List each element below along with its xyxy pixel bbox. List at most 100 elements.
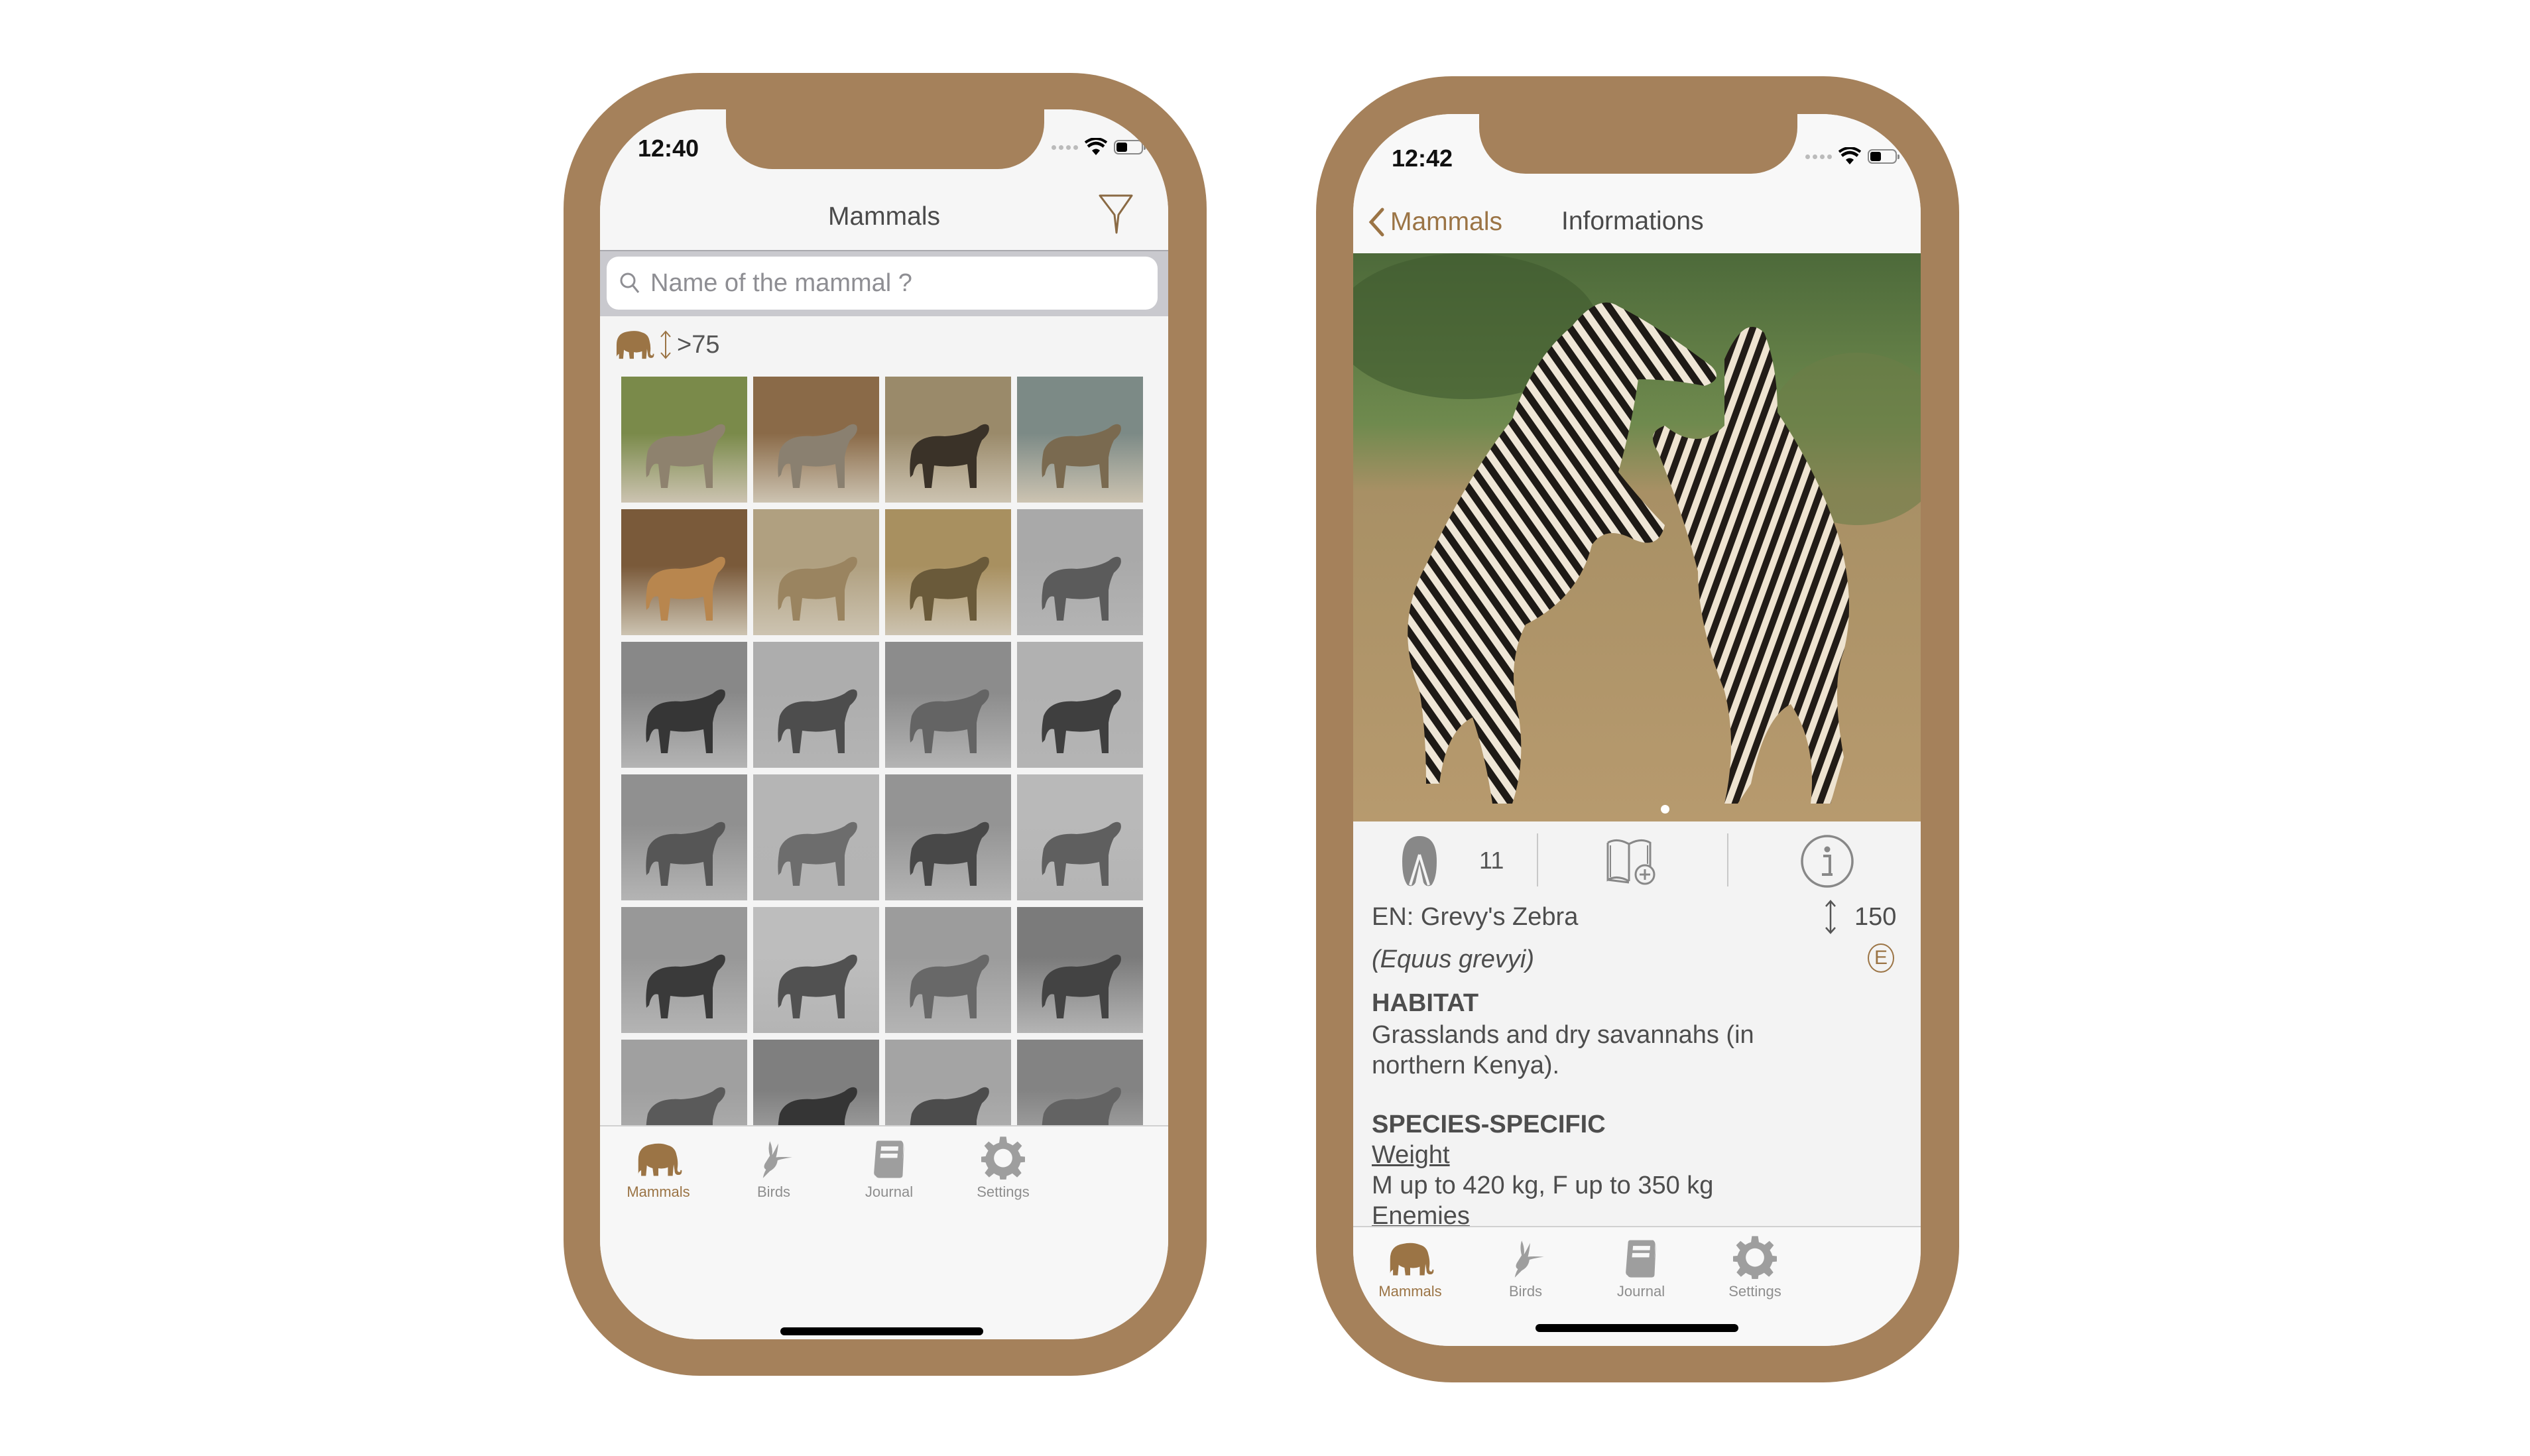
tab-journal[interactable]: Journal xyxy=(823,1136,955,1201)
right-phone-frame: 12:42 Mammals Informations 11 EN: Grevy'… xyxy=(1316,76,1959,1382)
animal-thumbnail[interactable] xyxy=(753,642,879,768)
tab-label: Settings xyxy=(1728,1283,1781,1300)
status-icons xyxy=(1052,138,1146,156)
page-indicator-dot[interactable] xyxy=(1661,805,1669,814)
right-phone-screen: 12:42 Mammals Informations 11 EN: Grevy'… xyxy=(1353,114,1921,1346)
tab-settings[interactable]: Settings xyxy=(937,1136,1069,1201)
notch xyxy=(1479,114,1797,174)
zebra-photo xyxy=(1353,253,1921,821)
tab-label: Birds xyxy=(1508,1283,1543,1300)
home-indicator xyxy=(1536,1324,1738,1332)
animal-thumbnail[interactable] xyxy=(753,509,879,635)
search-input[interactable] xyxy=(649,268,1158,298)
page-title: Informations xyxy=(1561,207,1704,235)
tab-journal[interactable]: Journal xyxy=(1575,1235,1707,1300)
species-name-en: EN: Grevy's Zebra xyxy=(1372,903,1579,931)
status-badge: E xyxy=(1868,943,1894,973)
wifi-icon xyxy=(1838,147,1861,164)
animal-silhouette xyxy=(910,556,989,621)
animal-thumbnail[interactable] xyxy=(1017,377,1143,503)
search-icon xyxy=(620,273,640,293)
search-field[interactable] xyxy=(607,257,1158,310)
animal-silhouette xyxy=(646,954,725,1018)
animal-silhouette xyxy=(1042,424,1121,488)
species-scientific-name: (Equus grevyi) xyxy=(1372,945,1534,973)
animal-thumbnail[interactable] xyxy=(621,907,747,1033)
tab-label: Mammals xyxy=(627,1183,690,1200)
tab-label: Settings xyxy=(977,1183,1030,1200)
tab-label: Mammals xyxy=(1378,1283,1442,1300)
animal-thumbnail[interactable] xyxy=(1017,774,1143,900)
hummingbird-icon xyxy=(754,1140,793,1180)
back-button[interactable]: Mammals xyxy=(1368,207,1502,237)
weight-text: M up to 420 kg, F up to 350 kg xyxy=(1372,1172,1714,1199)
footprint-icon[interactable] xyxy=(1401,835,1438,888)
back-label: Mammals xyxy=(1390,208,1503,236)
tab-mammals[interactable]: Mammals xyxy=(600,1136,725,1201)
chevron-left-icon xyxy=(1368,208,1384,237)
notch xyxy=(726,109,1044,169)
elephant-icon xyxy=(634,1140,682,1180)
tab-settings[interactable]: Settings xyxy=(1689,1235,1821,1300)
animal-thumbnail[interactable] xyxy=(753,774,879,900)
book-icon xyxy=(1623,1238,1659,1279)
battery-icon xyxy=(1868,149,1899,164)
divider xyxy=(1727,833,1728,886)
tab-mammals[interactable]: Mammals xyxy=(1353,1235,1476,1300)
wifi-icon xyxy=(1085,138,1107,155)
home-indicator xyxy=(780,1327,983,1335)
habitat-heading: HABITAT xyxy=(1372,989,1479,1017)
animal-silhouette xyxy=(646,821,725,886)
animal-silhouette xyxy=(646,556,725,621)
weight-label: Weight xyxy=(1372,1141,1450,1169)
filter-funnel-icon[interactable] xyxy=(1098,194,1134,235)
vertical-arrows-icon xyxy=(660,330,671,359)
animal-silhouette xyxy=(778,954,857,1018)
species-size-value: 150 xyxy=(1854,903,1897,931)
size-filter-value: >75 xyxy=(677,330,720,359)
animal-thumbnail[interactable] xyxy=(621,509,747,635)
animal-thumbnail[interactable] xyxy=(1017,642,1143,768)
vertical-arrows-icon xyxy=(1825,900,1836,934)
tab-label: Journal xyxy=(1616,1283,1665,1300)
animal-thumbnail[interactable] xyxy=(621,642,747,768)
tab-bar: Mammals Birds Journal Settings xyxy=(600,1125,1168,1339)
animal-thumbnail[interactable] xyxy=(621,774,747,900)
animal-thumbnail[interactable] xyxy=(621,377,747,503)
animal-silhouette xyxy=(1042,556,1121,621)
animal-silhouette xyxy=(778,556,857,621)
animal-thumbnail[interactable] xyxy=(1017,509,1143,635)
divider xyxy=(1537,833,1538,886)
animal-silhouette xyxy=(646,424,725,488)
animal-silhouette xyxy=(1042,954,1121,1018)
elephant-icon xyxy=(1386,1239,1434,1279)
left-phone-frame: 12:40 Mammals Name of the mammal ? >75 M… xyxy=(564,73,1207,1376)
animal-thumbnail[interactable] xyxy=(885,642,1011,768)
animal-thumbnail[interactable] xyxy=(753,377,879,503)
status-time: 12:42 xyxy=(1392,145,1453,172)
animal-silhouette xyxy=(778,689,857,753)
signal-icon xyxy=(1805,154,1832,159)
animal-thumbnail[interactable] xyxy=(885,509,1011,635)
animal-silhouette xyxy=(910,821,989,886)
animal-thumbnail[interactable] xyxy=(753,907,879,1033)
gear-icon xyxy=(1733,1235,1777,1279)
species-specific-heading: SPECIES-SPECIFIC xyxy=(1372,1111,1606,1138)
animal-silhouette xyxy=(910,424,989,488)
animal-silhouette xyxy=(778,424,857,488)
animal-thumbnail[interactable] xyxy=(885,774,1011,900)
species-photo[interactable] xyxy=(1353,253,1921,821)
size-filter-indicator[interactable]: >75 xyxy=(613,328,719,361)
animal-thumbnail[interactable] xyxy=(1017,907,1143,1033)
status-icons xyxy=(1805,147,1899,166)
tab-label: Birds xyxy=(756,1183,791,1200)
animal-thumbnail[interactable] xyxy=(885,907,1011,1033)
animal-silhouette xyxy=(778,821,857,886)
book-add-icon[interactable] xyxy=(1605,836,1657,886)
tab-birds[interactable]: Birds xyxy=(707,1136,840,1201)
animal-silhouette xyxy=(1042,821,1121,886)
info-circle-icon[interactable] xyxy=(1799,833,1855,889)
tab-birds[interactable]: Birds xyxy=(1459,1235,1592,1300)
animal-thumbnail[interactable] xyxy=(885,377,1011,503)
book-icon xyxy=(871,1138,907,1180)
